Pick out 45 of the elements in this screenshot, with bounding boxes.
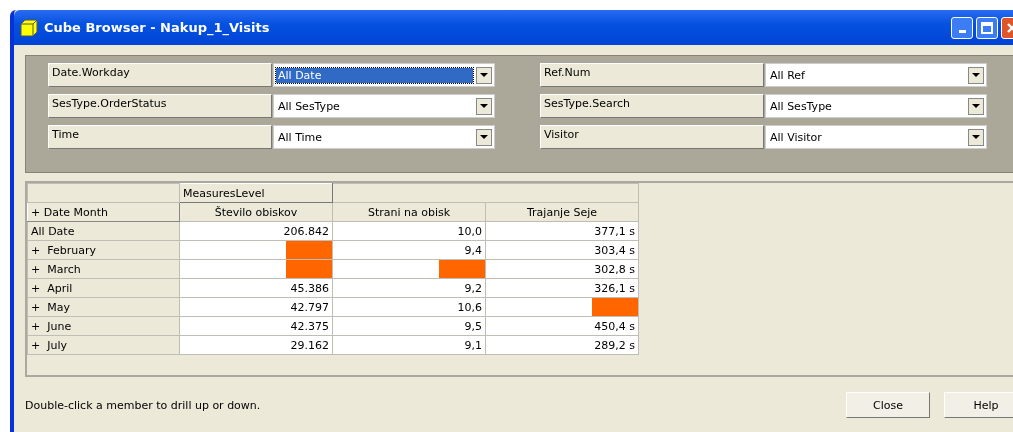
minimize-icon [958, 30, 966, 33]
table-cell: 42.375 [290, 319, 329, 333]
dialog-button[interactable]: Close [846, 392, 930, 418]
table-cell: 9,1 [464, 338, 482, 352]
table-cell: 289,2 s [594, 338, 635, 352]
window-title: Cube Browser - Nakup_1_Visits [44, 20, 271, 35]
dialog-button[interactable]: Help [944, 392, 1013, 418]
table-cell: 450,4 s [594, 319, 635, 333]
table-cell: 10,0 [457, 224, 482, 238]
minimize-button[interactable] [951, 16, 973, 39]
dimension-label: Time [48, 125, 272, 149]
dimension-dropdown[interactable]: All Time [273, 125, 495, 149]
maximize-button[interactable] [976, 16, 998, 39]
maximize-icon [981, 21, 993, 34]
dimension-dropdown[interactable]: All SesType [273, 94, 495, 118]
dimension-label: Ref.Num [540, 63, 764, 87]
dropdown-value: All Ref [769, 67, 806, 83]
table-cell: 9,2 [464, 281, 482, 295]
dropdown-value: All Time [277, 129, 324, 145]
table-cell: 29.162 [290, 338, 329, 352]
dimension-label: SesType.Search [540, 94, 764, 118]
dimension-label: Date.Workday [48, 63, 272, 87]
table-cell: 302,8 s [594, 262, 635, 276]
table-cell: 326,1 s [594, 281, 635, 295]
table-cell: 42.797 [290, 300, 329, 314]
dimension-dropdown[interactable]: All Ref [765, 63, 987, 87]
table-cell: 303,4 s [594, 243, 635, 257]
dropdown-value: All SesType [277, 98, 341, 114]
table-cell: 9,4 [464, 243, 482, 257]
dimension-label: Visitor [540, 125, 764, 149]
dimension-dropdown[interactable]: All Visitor [765, 125, 987, 149]
table-cell: 10,6 [457, 300, 482, 314]
measures-header[interactable]: MeasuresLevel [179, 183, 333, 203]
dimension-dropdown[interactable]: All Date [273, 63, 495, 87]
table-cell: 377,1 s [594, 224, 635, 238]
dropdown-value: All SesType [769, 98, 833, 114]
table-cell: 45.386 [290, 281, 329, 295]
table-cell: 9,5 [464, 319, 482, 333]
dropdown-value: All Visitor [769, 129, 823, 145]
dimension-dropdown[interactable]: All SesType [765, 94, 987, 118]
status-text: Double-click a member to drill up or down. [25, 398, 262, 412]
cube-icon [20, 18, 38, 37]
table-cell: 206.842 [283, 224, 329, 238]
dropdown-value: All Date [276, 67, 473, 83]
dimension-label: SesType.OrderStatus [48, 94, 272, 118]
